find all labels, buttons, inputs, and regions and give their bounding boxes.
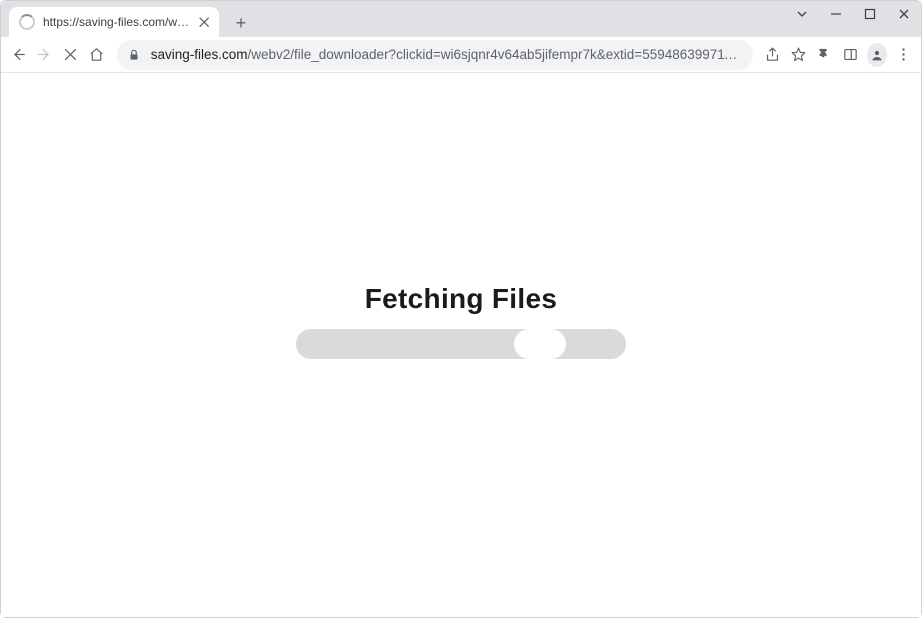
share-button[interactable] (761, 41, 785, 69)
new-tab-button[interactable]: + (227, 9, 255, 37)
close-window-button[interactable] (887, 1, 921, 27)
puzzle-icon (816, 46, 833, 63)
menu-button[interactable] (891, 41, 915, 69)
maximize-button[interactable] (853, 1, 887, 27)
side-panel-button[interactable] (839, 41, 863, 69)
forward-button[interactable] (33, 41, 57, 69)
minimize-button[interactable] (819, 1, 853, 27)
tab-title: https://saving-files.com/webv2/f (43, 15, 193, 29)
lock-icon (127, 48, 141, 62)
share-icon (764, 46, 781, 63)
address-bar[interactable]: saving-files.com/webv2/file_downloader?c… (117, 40, 753, 70)
stop-icon (62, 46, 79, 63)
window-controls (785, 1, 921, 27)
url-text: saving-files.com/webv2/file_downloader?c… (151, 47, 743, 62)
profile-button[interactable] (867, 43, 888, 67)
browser-tab[interactable]: https://saving-files.com/webv2/f (9, 7, 219, 37)
arrow-right-icon (36, 46, 53, 63)
stop-button[interactable] (59, 41, 83, 69)
avatar-icon (869, 47, 885, 63)
page-viewport: Fetching Files (1, 73, 921, 617)
tab-close-button[interactable] (197, 14, 211, 30)
progress-thumb (514, 329, 566, 359)
tab-search-button[interactable] (785, 1, 819, 27)
back-button[interactable] (7, 41, 31, 69)
page-title: Fetching Files (296, 283, 626, 315)
panel-icon (842, 46, 859, 63)
extensions-button[interactable] (813, 41, 837, 69)
close-icon (197, 15, 211, 29)
url-path: /webv2/file_downloader?clickid=wi6sjqnr4… (247, 47, 742, 62)
tab-strip: https://saving-files.com/webv2/f + (1, 1, 255, 37)
loading-spinner-icon (19, 14, 35, 30)
maximize-icon (864, 8, 876, 20)
kebab-icon (895, 46, 912, 63)
bookmark-button[interactable] (787, 41, 811, 69)
star-icon (790, 46, 807, 63)
url-domain: saving-files.com (151, 47, 248, 62)
close-icon (898, 8, 910, 20)
arrow-left-icon (10, 46, 27, 63)
progress-bar (296, 329, 626, 359)
home-button[interactable] (85, 41, 109, 69)
titlebar: https://saving-files.com/webv2/f + (1, 1, 921, 37)
minimize-icon (830, 8, 842, 20)
toolbar: saving-files.com/webv2/file_downloader?c… (1, 37, 921, 73)
chevron-down-icon (796, 8, 808, 20)
home-icon (88, 46, 105, 63)
content-center: Fetching Files (296, 283, 626, 359)
